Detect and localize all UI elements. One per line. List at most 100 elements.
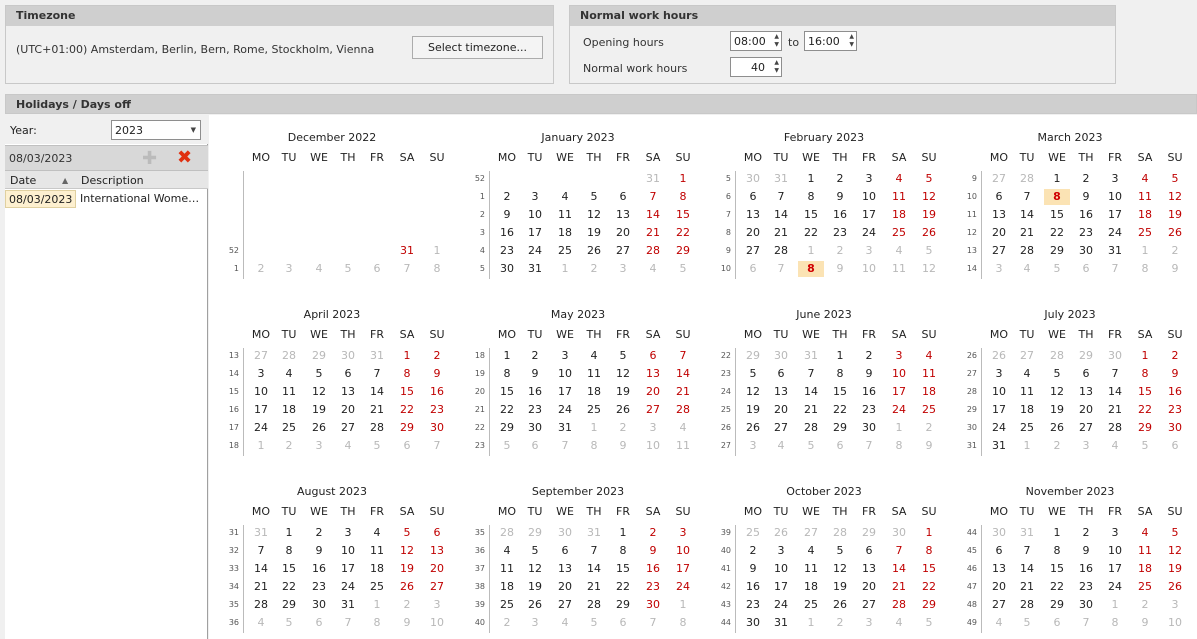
day-cell[interactable]: 9 [740, 561, 766, 577]
day-cell[interactable]: 2 [522, 348, 548, 364]
day-cell[interactable]: 24 [856, 225, 882, 241]
day-cell[interactable]: 8 [916, 543, 942, 559]
day-cell[interactable]: 10 [768, 561, 794, 577]
day-cell[interactable]: 9 [827, 189, 853, 205]
day-cell[interactable]: 22 [916, 579, 942, 595]
day-cell[interactable]: 17 [1102, 207, 1128, 223]
day-cell[interactable]: 3 [856, 243, 882, 259]
day-cell[interactable]: 21 [1014, 579, 1040, 595]
day-cell[interactable]: 6 [1073, 366, 1099, 382]
day-cell[interactable]: 25 [276, 420, 302, 436]
day-cell[interactable]: 2 [827, 615, 853, 631]
day-cell[interactable]: 27 [424, 579, 450, 595]
day-cell[interactable]: 2 [1162, 243, 1188, 259]
col-date-header[interactable]: Date [10, 174, 36, 187]
day-cell[interactable]: 26 [1162, 225, 1188, 241]
day-cell[interactable]: 12 [394, 543, 420, 559]
table-row[interactable]: 08/03/2023 International Women's Day [5, 190, 208, 208]
day-cell[interactable]: 17 [856, 207, 882, 223]
day-cell[interactable]: 2 [494, 615, 520, 631]
day-cell[interactable]: 27 [986, 597, 1012, 613]
day-cell[interactable]: 6 [610, 189, 636, 205]
day-cell[interactable]: 2 [1162, 348, 1188, 364]
day-cell[interactable]: 10 [886, 366, 912, 382]
day-cell[interactable]: 13 [552, 561, 578, 577]
day-cell[interactable]: 4 [1014, 366, 1040, 382]
day-cell[interactable]: 31 [768, 615, 794, 631]
day-cell[interactable]: 29 [916, 597, 942, 613]
day-cell[interactable]: 3 [886, 348, 912, 364]
day-cell[interactable]: 18 [1014, 402, 1040, 418]
day-cell[interactable]: 17 [522, 225, 548, 241]
day-cell[interactable]: 4 [335, 438, 361, 454]
day-cell[interactable]: 4 [1132, 171, 1158, 187]
day-cell[interactable]: 7 [1073, 615, 1099, 631]
day-cell[interactable]: 11 [1132, 543, 1158, 559]
day-cell[interactable]: 3 [335, 525, 361, 541]
day-cell[interactable]: 7 [886, 543, 912, 559]
day-cell[interactable]: 30 [1162, 420, 1188, 436]
day-cell[interactable]: 5 [522, 543, 548, 559]
day-cell[interactable]: 2 [856, 348, 882, 364]
day-cell[interactable]: 16 [1073, 561, 1099, 577]
day-cell[interactable]: 19 [306, 402, 332, 418]
day-cell[interactable]: 30 [1102, 348, 1128, 364]
day-cell[interactable]: 10 [248, 384, 274, 400]
day-cell[interactable]: 14 [886, 561, 912, 577]
day-cell[interactable]: 7 [1102, 261, 1128, 277]
day-cell[interactable]: 30 [494, 261, 520, 277]
day-cell[interactable]: 26 [916, 225, 942, 241]
year-select[interactable]: 2023 ▼ [111, 120, 201, 140]
day-cell[interactable]: 30 [740, 615, 766, 631]
day-cell[interactable]: 3 [1162, 597, 1188, 613]
day-cell[interactable]: 9 [916, 438, 942, 454]
day-cell[interactable]: 23 [1162, 402, 1188, 418]
day-cell[interactable]: 4 [306, 261, 332, 277]
day-cell[interactable]: 24 [335, 579, 361, 595]
day-cell[interactable]: 2 [248, 261, 274, 277]
day-cell[interactable]: 1 [670, 597, 696, 613]
day-cell[interactable]: 22 [827, 402, 853, 418]
month-title[interactable]: February 2023 [701, 131, 947, 144]
day-cell[interactable]: 15 [1044, 207, 1070, 223]
month-title[interactable]: August 2023 [209, 485, 455, 498]
day-cell[interactable]: 27 [248, 348, 274, 364]
day-cell[interactable]: 31 [552, 420, 578, 436]
day-cell[interactable]: 12 [306, 384, 332, 400]
day-cell[interactable]: 29 [1073, 348, 1099, 364]
holiday-day-cell[interactable]: 8 [798, 261, 824, 277]
day-cell[interactable]: 7 [798, 366, 824, 382]
day-cell[interactable]: 10 [424, 615, 450, 631]
month-title[interactable]: September 2023 [455, 485, 701, 498]
day-cell[interactable]: 27 [986, 243, 1012, 259]
day-cell[interactable]: 13 [1073, 384, 1099, 400]
day-cell[interactable]: 9 [522, 366, 548, 382]
day-cell[interactable]: 7 [552, 438, 578, 454]
day-cell[interactable]: 15 [798, 207, 824, 223]
day-cell[interactable]: 9 [1073, 543, 1099, 559]
day-cell[interactable]: 6 [986, 189, 1012, 205]
day-cell[interactable]: 3 [552, 348, 578, 364]
day-cell[interactable]: 31 [522, 261, 548, 277]
day-cell[interactable]: 28 [798, 420, 824, 436]
day-cell[interactable]: 4 [670, 420, 696, 436]
day-cell[interactable]: 31 [1014, 525, 1040, 541]
day-cell[interactable]: 12 [610, 366, 636, 382]
day-cell[interactable]: 30 [335, 348, 361, 364]
day-cell[interactable]: 23 [640, 579, 666, 595]
day-cell[interactable]: 1 [798, 243, 824, 259]
day-cell[interactable]: 3 [856, 615, 882, 631]
day-cell[interactable]: 8 [1132, 366, 1158, 382]
day-cell[interactable]: 20 [740, 225, 766, 241]
day-cell[interactable]: 23 [1073, 225, 1099, 241]
day-cell[interactable]: 5 [494, 438, 520, 454]
day-cell[interactable]: 22 [610, 579, 636, 595]
day-cell[interactable]: 29 [856, 525, 882, 541]
day-cell[interactable]: 27 [986, 171, 1012, 187]
day-cell[interactable]: 20 [856, 579, 882, 595]
day-cell[interactable]: 28 [886, 597, 912, 613]
month-title[interactable]: May 2023 [455, 308, 701, 321]
day-cell[interactable]: 24 [986, 420, 1012, 436]
day-cell[interactable]: 30 [856, 420, 882, 436]
day-cell[interactable]: 4 [494, 543, 520, 559]
